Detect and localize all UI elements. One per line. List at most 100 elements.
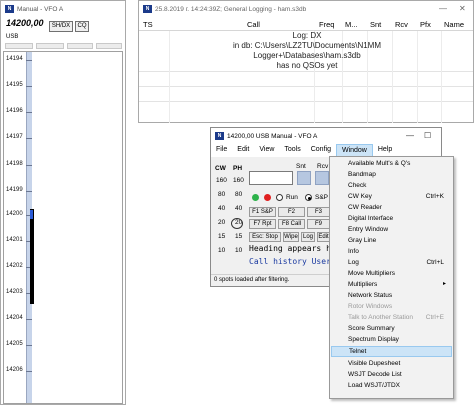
callsign-input[interactable]: [249, 171, 293, 185]
band-160-ph[interactable]: 160: [233, 177, 244, 184]
col-ts[interactable]: TS: [143, 20, 153, 29]
wipe-button[interactable]: Wipe: [283, 232, 299, 242]
red-status-icon[interactable]: [264, 194, 271, 201]
maximize-icon[interactable]: ☐: [424, 131, 431, 140]
menuitem-cw-key[interactable]: CW Key Ctrl+K: [331, 191, 452, 202]
bandmap-bar-2[interactable]: [36, 43, 64, 49]
menuitem-digital-interface[interactable]: Digital Interface: [331, 213, 452, 224]
menuitem-info[interactable]: Info: [331, 246, 452, 257]
run-radio[interactable]: [276, 194, 283, 201]
log-button[interactable]: Log: [301, 232, 315, 242]
col-snt[interactable]: Snt: [370, 20, 381, 29]
cq-button[interactable]: CQ: [75, 21, 89, 32]
f3-button[interactable]: F3: [307, 207, 330, 217]
col-call[interactable]: Call: [247, 20, 260, 29]
tick-label: 14197: [6, 134, 23, 140]
menuitem-network-status[interactable]: Network Status: [331, 290, 452, 301]
menuitem-gray-line[interactable]: Gray Line: [331, 235, 452, 246]
bandmap-bar-4[interactable]: [96, 43, 122, 49]
window-menu-dropdown: Available Mult's & Q's Bandmap Check CW …: [329, 156, 454, 399]
band-10-cw[interactable]: 10: [218, 247, 225, 254]
message-line-2: in db: C:\Users\LZ2TU\Documents\N1MM Log…: [232, 41, 382, 60]
shdx-button[interactable]: SH/DX: [49, 21, 73, 32]
vfo-cursor[interactable]: [30, 210, 33, 219]
band-10-ph[interactable]: 10: [235, 247, 242, 254]
f2-button[interactable]: F2: [278, 207, 305, 217]
f7-button[interactable]: F7 Rpt: [249, 219, 276, 229]
band-80-ph[interactable]: 80: [235, 191, 242, 198]
band-160-cw[interactable]: 160: [216, 177, 227, 184]
col-pfx[interactable]: Pfx: [420, 20, 431, 29]
log-titlebar[interactable]: N 25.8.2019 г. 14:24:39Z; General Loggin…: [139, 1, 473, 17]
f1-button[interactable]: F1 S&P: [249, 207, 276, 217]
band-80-cw[interactable]: 80: [218, 191, 225, 198]
sp-radio[interactable]: [305, 194, 312, 201]
band-15-ph[interactable]: 15: [235, 233, 242, 240]
tick-label: 14203: [6, 289, 23, 295]
bandmap-mode: USB: [6, 34, 19, 40]
sp-label: S&P: [315, 194, 329, 201]
bandmap-bar-1[interactable]: [5, 43, 33, 49]
n1mm-logo-icon: N: [143, 5, 152, 13]
tick-label: 14198: [6, 161, 23, 167]
ph-label: PH: [233, 165, 243, 172]
menu-view[interactable]: View: [254, 144, 279, 157]
n1mm-logo-icon: N: [5, 5, 14, 13]
snt-input[interactable]: [297, 171, 311, 185]
menuitem-visible-dupesheet[interactable]: Visible Dupesheet: [331, 358, 452, 369]
menuitem-check[interactable]: Check: [331, 180, 452, 191]
hint-line-1: Heading appears h: [249, 244, 331, 253]
menuitem-spectrum-display[interactable]: Spectrum Display: [331, 334, 452, 345]
band-40-cw[interactable]: 40: [218, 205, 225, 212]
close-icon[interactable]: ✕: [459, 4, 466, 13]
menu-file[interactable]: File: [211, 144, 232, 157]
menuitem-available-mults[interactable]: Available Mult's & Q's: [331, 158, 452, 169]
rcv-input[interactable]: [315, 171, 329, 185]
tick-mark: [26, 191, 32, 192]
cw-label: CW: [215, 165, 226, 172]
menu-tools[interactable]: Tools: [279, 144, 305, 157]
menuitem-load-wsjt-jtdx[interactable]: Load WSJT/JTDX: [331, 380, 452, 391]
green-status-icon[interactable]: [252, 194, 259, 201]
f8-button[interactable]: F8 Call: [278, 219, 305, 229]
menuitem-multipliers[interactable]: Multipliers ▸: [331, 279, 452, 290]
tick-mark: [26, 138, 32, 139]
col-mode[interactable]: M...: [345, 20, 358, 29]
col-rcv[interactable]: Rcv: [395, 20, 408, 29]
tick-label: 14204: [6, 315, 23, 321]
bandmap-frequency: 14200,00: [6, 18, 44, 28]
menuitem-entry-window[interactable]: Entry Window: [331, 224, 452, 235]
tick-mark: [26, 86, 32, 87]
menuitem-move-multipliers[interactable]: Move Multipliers: [331, 268, 452, 279]
menuitem-rotor-windows: Rotor Windows: [348, 303, 393, 310]
band-40-ph[interactable]: 40: [235, 205, 242, 212]
band-15-cw[interactable]: 15: [218, 233, 225, 240]
tick-mark: [26, 60, 32, 61]
log-empty-message: Log: DX in db: C:\Users\LZ2TU\Documents\…: [191, 31, 423, 70]
band-20-cw[interactable]: 20: [218, 219, 225, 226]
esc-stop-button[interactable]: Esc: Stop: [249, 232, 281, 242]
tick-label: 14199: [6, 187, 23, 193]
log-column-header: TS Call Freq M... Snt Rcv Pfx Name: [139, 17, 473, 31]
menuitem-score-summary[interactable]: Score Summary: [331, 323, 452, 334]
grid-line: [139, 86, 473, 87]
menuitem-cw-reader[interactable]: CW Reader: [331, 202, 452, 213]
col-freq[interactable]: Freq: [319, 20, 334, 29]
f9-button[interactable]: F9: [307, 219, 330, 229]
menuitem-wsjt-decode-list[interactable]: WSJT Decode List: [331, 369, 452, 380]
tick-mark: [26, 371, 32, 372]
tick-label: 14201: [6, 237, 23, 243]
bandmap-scale[interactable]: 14194 14195 14196 14197 14198 14199 1420…: [3, 51, 123, 404]
menuitem-log[interactable]: Log Ctrl+L: [331, 257, 452, 268]
grid-line: [139, 101, 473, 102]
minimize-icon[interactable]: —: [439, 4, 447, 13]
minimize-icon[interactable]: —: [406, 131, 414, 140]
tick-label: 14200: [6, 211, 23, 217]
selected-band-indicator: [231, 218, 243, 229]
menuitem-telnet[interactable]: Telnet: [331, 346, 452, 357]
menu-edit[interactable]: Edit: [232, 144, 254, 157]
col-name[interactable]: Name: [444, 20, 464, 29]
bandmap-bar-3[interactable]: [67, 43, 93, 49]
bandmap-titlebar[interactable]: N Manual - VFO A: [1, 1, 125, 17]
menuitem-bandmap[interactable]: Bandmap: [331, 169, 452, 180]
